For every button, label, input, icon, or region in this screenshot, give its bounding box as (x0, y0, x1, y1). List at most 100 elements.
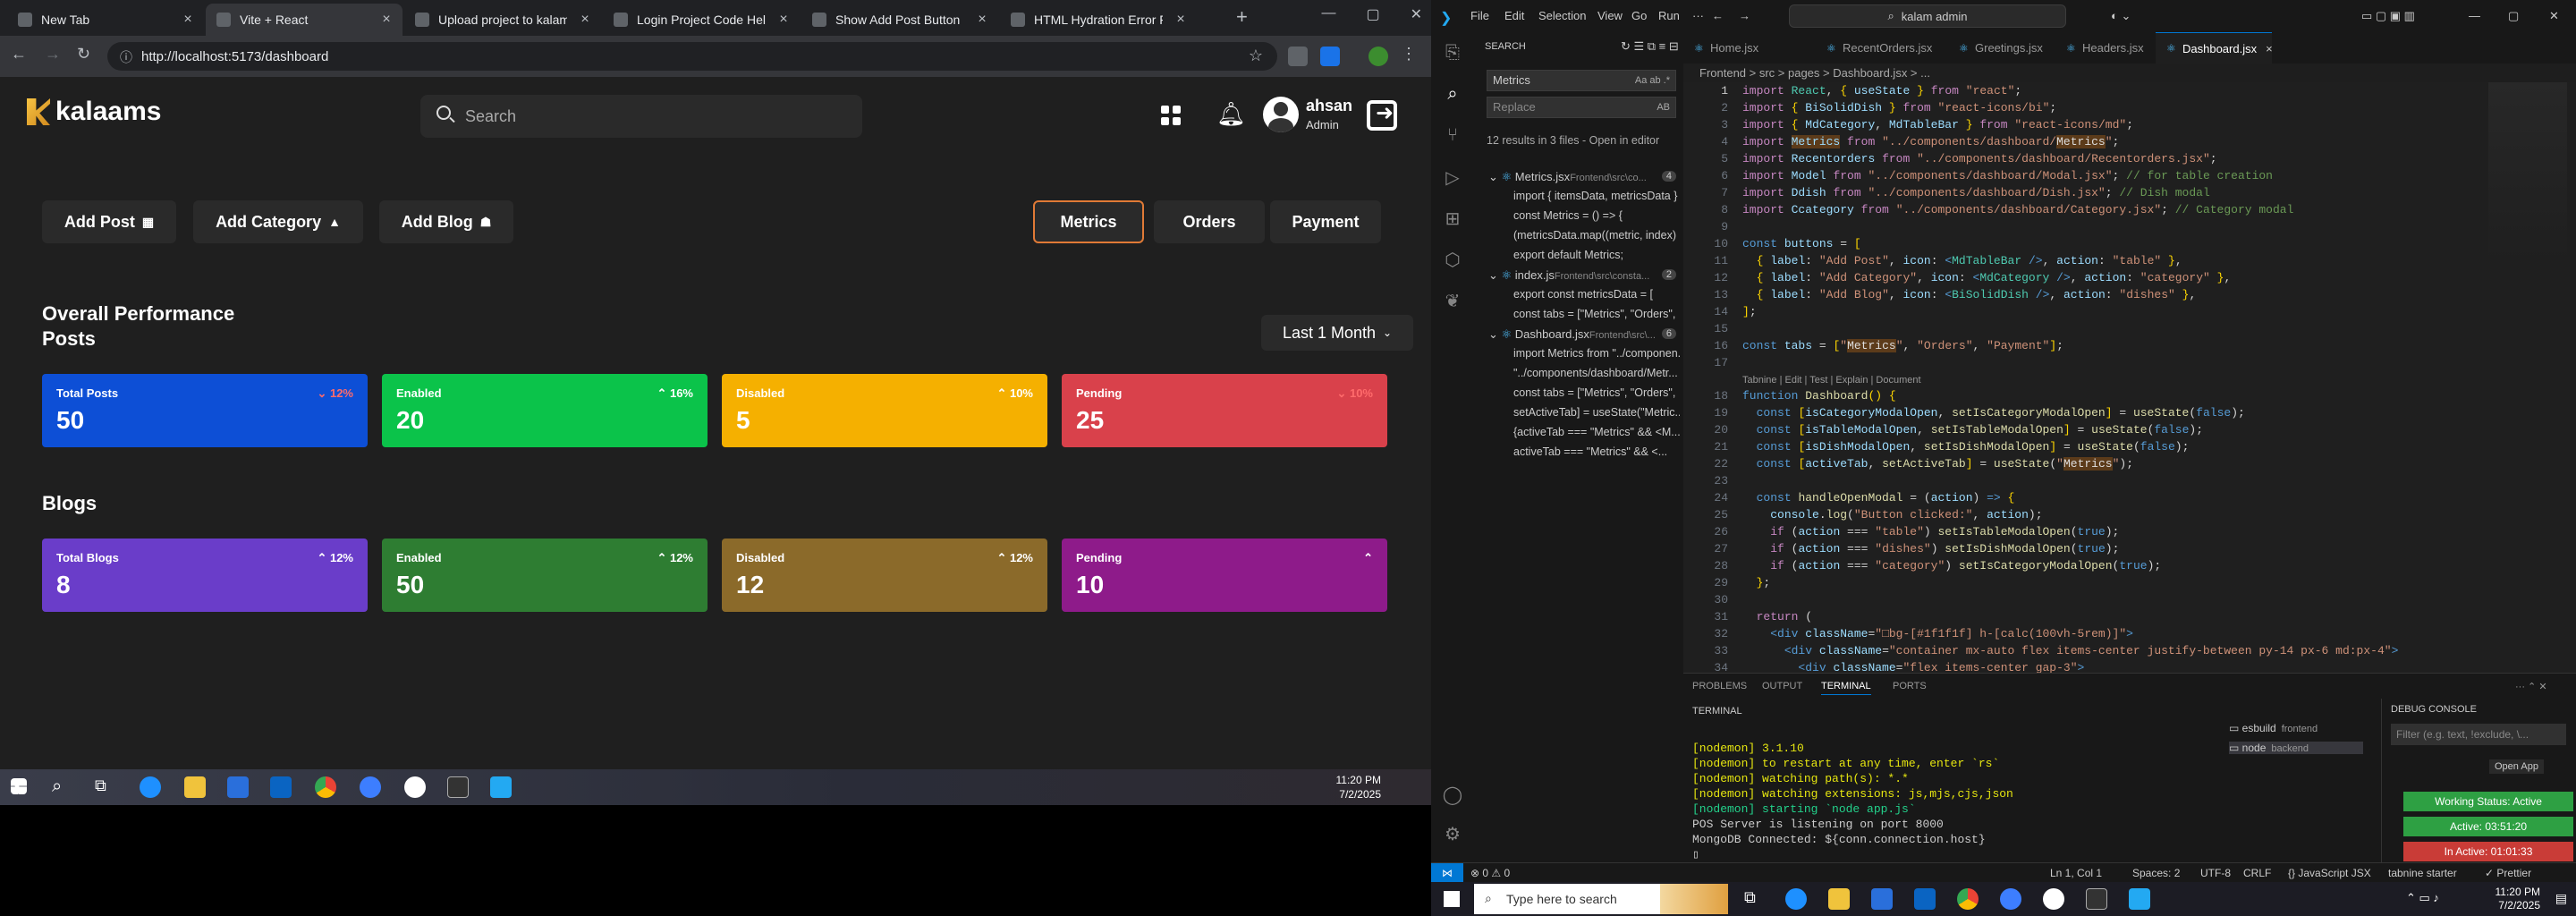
prettier-status[interactable]: ✓ Prettier (2485, 867, 2531, 879)
nav-forward-icon[interactable]: → (1739, 9, 1750, 22)
terminal-icon[interactable] (447, 776, 469, 798)
search-result-line[interactable]: {activeTab === "Metrics" && <M... (1513, 426, 1680, 438)
profile-avatar[interactable] (1368, 47, 1388, 66)
tab-orders[interactable]: Orders (1154, 200, 1265, 243)
replace-input[interactable]: Replace AB (1487, 97, 1676, 118)
search-result-line[interactable]: const tabs = ["Metrics", "Orders", ... (1513, 308, 1680, 320)
maximize-icon[interactable]: ▢ (2508, 9, 2519, 23)
add-button[interactable]: Add Category ▲ (193, 200, 363, 243)
menu-item[interactable]: Edit (1504, 9, 1524, 22)
grid-menu-icon[interactable] (1161, 106, 1181, 125)
tab-close-icon[interactable]: × (2266, 42, 2273, 55)
stat-card[interactable]: Disabled 5 ⌃ 10% (722, 374, 1047, 447)
close-icon[interactable]: ✕ (1411, 5, 1422, 23)
menu-item[interactable]: File (1470, 9, 1489, 22)
browser-menu-icon[interactable]: ⋮ (1401, 45, 1417, 64)
tab-payment[interactable]: Payment (1270, 200, 1381, 243)
user-avatar[interactable] (1263, 97, 1299, 132)
store-icon[interactable] (227, 776, 249, 798)
run-debug-icon[interactable]: ▷ (1442, 166, 1463, 188)
file-explorer-icon[interactable] (184, 776, 206, 798)
tab-metrics[interactable]: Metrics (1033, 200, 1144, 243)
account-icon[interactable]: ◯ (1442, 784, 1463, 805)
search-options-icon[interactable]: Aa ab .* (1635, 71, 1670, 90)
chrome-icon[interactable] (1957, 888, 1979, 910)
edge-icon[interactable] (140, 776, 161, 798)
browser-tab[interactable]: Show Add Post Button × (801, 4, 998, 36)
search-result-line[interactable]: export const metricsData = [ (1513, 288, 1680, 301)
tab-close-icon[interactable]: × (179, 12, 197, 28)
stat-card[interactable]: Disabled 12 ⌃ 12% (722, 539, 1047, 612)
site-info-icon[interactable]: ⓘ (120, 48, 132, 66)
terminal-icon[interactable] (2086, 888, 2107, 910)
minimize-icon[interactable]: — (1321, 5, 1335, 23)
preserve-case-icon[interactable]: AB (1657, 98, 1670, 117)
tab-close-icon[interactable]: × (377, 12, 395, 28)
encoding[interactable]: UTF-8 (2200, 867, 2231, 879)
breadcrumb[interactable]: Frontend > src > pages > Dashboard.jsx >… (1699, 66, 1930, 80)
maximize-icon[interactable]: ▢ (1366, 5, 1379, 23)
browser-tab[interactable]: HTML Hydration Error Fix × (1000, 4, 1197, 36)
chrome-icon[interactable] (315, 776, 336, 798)
store-icon[interactable] (1871, 888, 1893, 910)
vscode-icon[interactable] (490, 776, 512, 798)
editor-tab[interactable]: ⚛ Greetings.jsx (1948, 32, 2054, 64)
editor-tab[interactable]: ⚛ Dashboard.jsx × (2156, 32, 2273, 64)
tab-close-icon[interactable]: × (1172, 12, 1190, 28)
app-icon[interactable] (360, 776, 381, 798)
stat-card[interactable]: Total Blogs 8 ⌃ 12% (42, 539, 368, 612)
extension-icon[interactable] (1320, 47, 1340, 66)
mongodb-icon[interactable]: ❦ (1442, 290, 1463, 311)
source-control-icon[interactable]: ⑂ (1442, 125, 1463, 147)
menu-item[interactable]: View (1597, 9, 1623, 22)
stat-card[interactable]: Total Posts 50 ⌄ 12% (42, 374, 368, 447)
terminal-instance[interactable]: ▭ node backend (2229, 742, 2363, 754)
search-query-input[interactable]: Metrics Aa ab .* (1487, 70, 1676, 91)
copilot-icon[interactable]: ◐ ⌄ (2111, 9, 2131, 23)
tab-close-icon[interactable]: × (973, 12, 991, 28)
browser-tab[interactable]: New Tab × (7, 4, 204, 36)
search-result-line[interactable]: const tabs = ["Metrics", "Orders", (1513, 386, 1680, 399)
new-tab-button[interactable]: + (1236, 5, 1248, 29)
nav-back-icon[interactable]: ← (1712, 9, 1724, 22)
browser-tab[interactable]: Login Project Code Help × (603, 4, 800, 36)
search-result-line[interactable]: activeTab === "Metrics" && <... (1513, 445, 1680, 458)
code-editor[interactable]: 1 import React, { useState } from "react"… (1683, 82, 2576, 674)
task-view-icon[interactable]: ⧉ (1744, 888, 1766, 910)
reload-icon[interactable]: ↻ (77, 45, 90, 64)
close-icon[interactable]: ✕ (2549, 9, 2559, 23)
stat-card[interactable]: Enabled 50 ⌃ 12% (382, 539, 708, 612)
search-result-line[interactable]: export default Metrics; (1513, 249, 1680, 261)
search-result-line[interactable]: import Metrics from "../componen... (1513, 347, 1680, 360)
terminal-instance[interactable]: ▭ esbuild frontend (2229, 722, 2318, 734)
file-explorer-icon[interactable] (1828, 888, 1850, 910)
line-ending[interactable]: CRLF (2243, 867, 2271, 879)
panel-tab[interactable]: TERMINAL (1821, 681, 1871, 695)
panel-tab[interactable]: OUTPUT (1762, 681, 1802, 691)
windows-start-icon[interactable] (1444, 891, 1460, 907)
debug-filter-input[interactable]: Filter (e.g. text, !exclude, \... (2391, 724, 2566, 745)
tab-close-icon[interactable]: × (576, 12, 594, 28)
browser-tab[interactable]: Upload project to kalams.org × (404, 4, 601, 36)
bell-icon[interactable]: 🔔︎ (1216, 102, 1246, 125)
mail-icon[interactable] (270, 776, 292, 798)
menu-item[interactable]: Go (1631, 9, 1647, 22)
language-mode[interactable]: {} JavaScript JSX (2288, 867, 2371, 879)
stat-card[interactable]: Pending 25 ⌄ 10% (1062, 374, 1387, 447)
tab-close-icon[interactable]: × (775, 12, 792, 28)
minimize-icon[interactable]: — (2469, 9, 2480, 22)
search-actions-icon[interactable]: ↻ ☰ ⧉ ≡ ⊟ (1621, 39, 1679, 54)
menu-item[interactable]: Run (1658, 9, 1680, 22)
search-result-file[interactable]: ⌄ ⚛ index.jsFrontend\src\consta... 2 (1488, 268, 1680, 283)
search-input[interactable]: Search (420, 95, 862, 138)
add-button[interactable]: Add Post ▦ (42, 200, 176, 243)
codelens[interactable]: Tabnine | Edit | Test | Explain | Docume… (1742, 375, 1921, 386)
app-icon[interactable] (2000, 888, 2021, 910)
taskbar-search-box[interactable]: ⌕ Type here to search (1474, 884, 1728, 914)
extension-icon[interactable] (1288, 47, 1308, 66)
menu-item[interactable]: ··· (1692, 9, 1704, 22)
add-button[interactable]: Add Blog ☗ (379, 200, 513, 243)
search-result-file[interactable]: ⌄ ⚛ Dashboard.jsxFrontend\src\... 6 (1488, 327, 1680, 342)
search-result-file[interactable]: ⌄ ⚛ Metrics.jsxFrontend\src\co... 4 (1488, 170, 1680, 184)
search-result-line[interactable]: setActiveTab] = useState("Metric... (1513, 406, 1680, 419)
